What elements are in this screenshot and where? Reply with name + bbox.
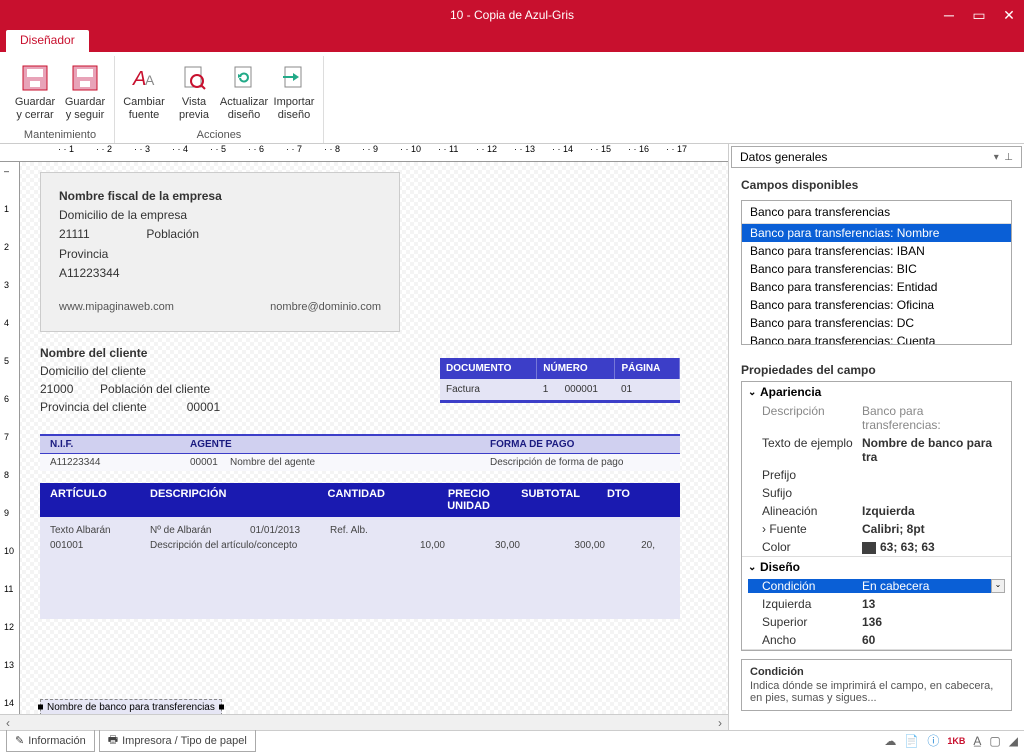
printer-button[interactable]: 🖶Impresora / Tipo de papel [99, 729, 256, 752]
kb-icon[interactable]: 1KB [947, 736, 965, 746]
printer-icon: 🖶 [108, 731, 118, 750]
field-item[interactable]: Banco para transferencias: Oficina [742, 296, 1011, 314]
selected-field[interactable]: Nombre de banco para transferencias [40, 699, 222, 714]
font-icon: AA [128, 62, 160, 94]
pin-icon[interactable]: ⊥ [1004, 152, 1013, 163]
tab-row: Diseñador [0, 30, 1024, 52]
vertical-ruler: document.write(Array.from({length:15},(_… [0, 162, 20, 714]
change-font-button[interactable]: AA Cambiar fuente [119, 56, 169, 127]
properties-grid: ⌄Apariencia DescripciónBanco para transf… [741, 381, 1012, 651]
company-web: www.mipaginaweb.com [59, 299, 174, 317]
nif-bar[interactable]: N.I.F. AGENTE FORMA DE PAGO A11223344 00… [40, 434, 680, 471]
field-group-box: Banco para transferencias Banco para tra… [741, 200, 1012, 345]
info-button[interactable]: ✎Información [6, 729, 95, 752]
save-close-icon [19, 62, 51, 94]
company-name: Nombre fiscal de la empresa [59, 187, 381, 206]
design-surface[interactable]: Nombre fiscal de la empresa Domicilio de… [20, 162, 728, 714]
maximize-icon[interactable]: ▭ [964, 0, 994, 30]
field-item[interactable]: Banco para transferencias: Cuenta [742, 332, 1011, 344]
scroll-left-icon[interactable]: ‹ [0, 716, 16, 730]
section-diseno[interactable]: ⌄Diseño [742, 557, 1011, 577]
save-continue-button[interactable]: Guardar y seguir [60, 56, 110, 127]
save-icon [69, 62, 101, 94]
right-panel: Datos generales ▾ ⊥ Campos disponibles B… [728, 144, 1024, 730]
chevron-down-icon: ⌄ [748, 387, 760, 398]
horizontal-scrollbar[interactable]: ‹ › [0, 714, 728, 730]
campos-title: Campos disponibles [729, 170, 1024, 196]
doc-header: DOCUMENTO NÚMERO PÁGINA Factura 1 000001… [440, 358, 680, 403]
chevron-down-icon[interactable]: ⌄ [991, 579, 1005, 593]
company-box[interactable]: Nombre fiscal de la empresa Domicilio de… [40, 172, 400, 332]
section-apariencia[interactable]: ⌄Apariencia [742, 382, 1011, 402]
main-area: document.write(Array.from({length:18},(_… [0, 144, 1024, 730]
help-box: Condición Indica dónde se imprimirá el c… [741, 659, 1012, 711]
panel-dropdown[interactable]: Datos generales ▾ ⊥ [731, 146, 1022, 168]
color-swatch [862, 542, 876, 554]
titlebar: 10 - Copia de Azul-Gris ─ ▭ ✕ [0, 0, 1024, 30]
ribbon: Guardar y cerrar Guardar y seguir Manten… [0, 52, 1024, 144]
field-item[interactable]: Banco para transferencias: BIC [742, 260, 1011, 278]
cloud-icon[interactable]: ☁ [884, 734, 896, 748]
items-grid[interactable]: ARTÍCULO DESCRIPCIÓN CANTIDAD PRECIO UNI… [40, 483, 680, 619]
field-item[interactable]: Banco para transferencias: DC [742, 314, 1011, 332]
company-email: nombre@dominio.com [270, 299, 381, 317]
minimize-icon[interactable]: ─ [934, 0, 964, 30]
group-mantenimiento-label: Mantenimiento [24, 127, 96, 143]
preview-icon [178, 62, 210, 94]
note-icon[interactable]: 📄 [904, 734, 919, 748]
refresh-design-button[interactable]: Actualizar diseño [219, 56, 269, 127]
statusbar: ✎Información 🖶Impresora / Tipo de papel … [0, 730, 1024, 750]
horizontal-ruler: document.write(Array.from({length:18},(_… [0, 144, 728, 162]
field-group-name: Banco para transferencias [742, 201, 1011, 224]
ribbon-group-mantenimiento: Guardar y cerrar Guardar y seguir Manten… [6, 56, 115, 143]
group-acciones-label: Acciones [197, 127, 242, 143]
square-icon[interactable]: ▢ [989, 734, 1000, 748]
info-icon[interactable]: ⓘ [927, 732, 939, 749]
field-item[interactable]: Banco para transferencias: IBAN [742, 242, 1011, 260]
scroll-right-icon[interactable]: › [712, 716, 728, 730]
svg-text:A: A [145, 72, 155, 88]
save-close-label: Guardar y cerrar [12, 96, 58, 120]
refresh-icon [228, 62, 260, 94]
client-box[interactable]: Nombre del cliente Domicilio del cliente… [40, 344, 680, 416]
save-continue-label: Guardar y seguir [62, 96, 108, 120]
chevron-right-icon[interactable]: › Fuente [762, 522, 862, 536]
chevron-down-icon[interactable]: ▾ [994, 152, 999, 163]
window-title: 10 - Copia de Azul-Gris [450, 8, 574, 22]
prop-condicion[interactable]: CondiciónEn cabecera⌄ [742, 577, 1011, 595]
canvas-area: document.write(Array.from({length:18},(_… [0, 144, 728, 730]
save-close-button[interactable]: Guardar y cerrar [10, 56, 60, 127]
import-design-button[interactable]: Importar diseño [269, 56, 319, 127]
company-address: Domicilio de la empresa [59, 206, 381, 225]
ribbon-group-acciones: AA Cambiar fuente Vista previa Actualiza… [115, 56, 324, 143]
tab-designer[interactable]: Diseñador [6, 30, 89, 52]
import-icon [278, 62, 310, 94]
chevron-down-icon: ⌄ [748, 562, 760, 573]
preview-button[interactable]: Vista previa [169, 56, 219, 127]
field-item[interactable]: Banco para transferencias: Nombre [742, 224, 1011, 242]
window-controls: ─ ▭ ✕ [934, 0, 1024, 30]
props-title: Propiedades del campo [729, 355, 1024, 381]
status-icons: ☁ 📄 ⓘ 1KB A̲ ▢ ◢ [884, 732, 1018, 749]
text-icon[interactable]: A̲ [973, 734, 981, 748]
field-list[interactable]: Banco para transferencias: Nombre Banco … [742, 224, 1011, 344]
triangle-icon[interactable]: ◢ [1009, 734, 1018, 748]
close-icon[interactable]: ✕ [994, 0, 1024, 30]
field-item[interactable]: Banco para transferencias: Entidad [742, 278, 1011, 296]
info-icon: ✎ [15, 734, 24, 747]
